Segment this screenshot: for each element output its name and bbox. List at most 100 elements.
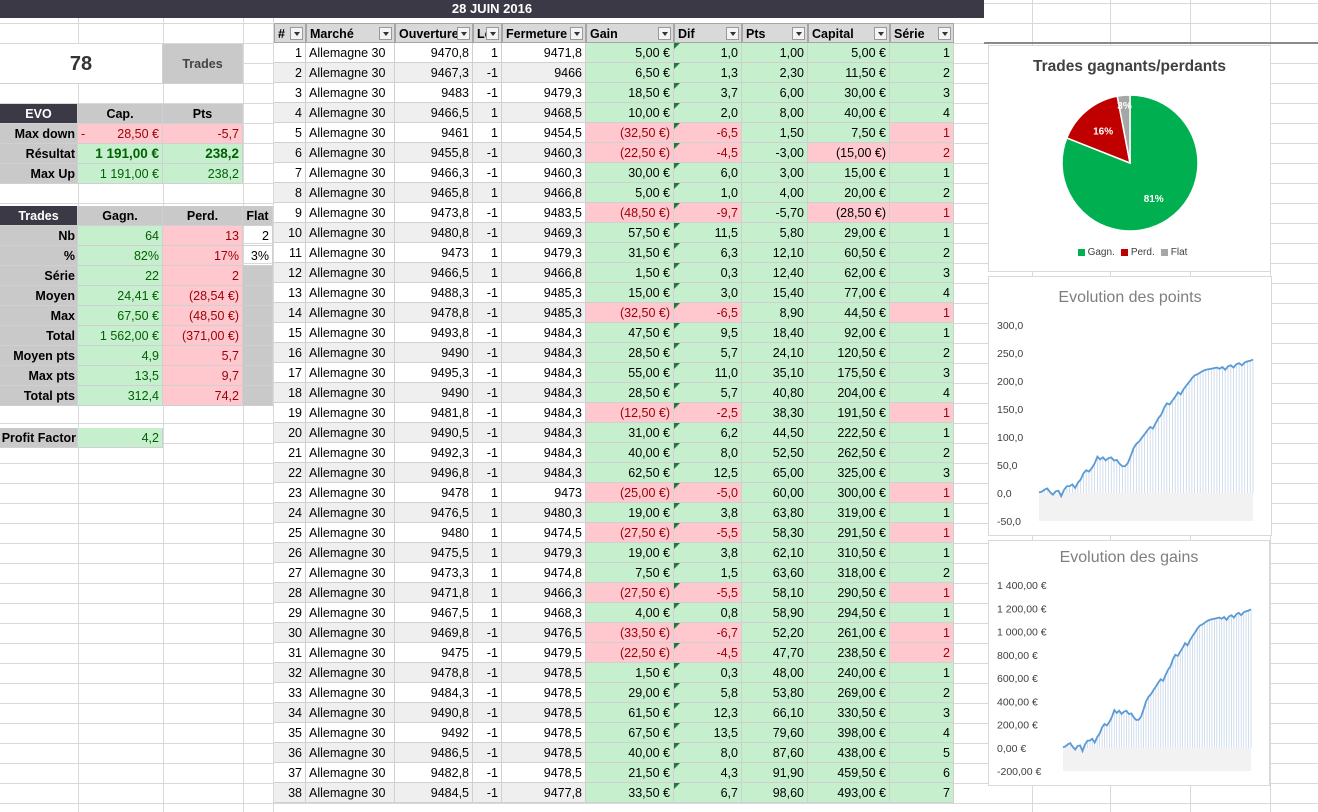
stats-row-perd: 5,7 <box>163 346 243 366</box>
cell-marche: Allemagne 30 <box>306 663 395 683</box>
filter-dropdown-gain[interactable] <box>658 27 671 40</box>
comment-marker <box>674 363 680 369</box>
y-tick-label: 50,0 <box>997 460 1018 472</box>
cell-num: 31 <box>274 643 306 663</box>
table-row: 25 Allemagne 30 9480 1 9474,5 (27,50 €) -5,5 58… <box>274 523 984 543</box>
cell-pts: 5,80 <box>742 223 808 243</box>
cell-fermeture: 9471,8 <box>502 43 586 63</box>
cell-capital: 62,00 € <box>808 263 890 283</box>
cell-fermeture: 9468,3 <box>502 603 586 623</box>
filter-dropdown-ouverture[interactable] <box>457 27 470 40</box>
comment-marker <box>674 383 680 389</box>
cell-gain: (27,50 €) <box>586 583 674 603</box>
cell-lot: -1 <box>473 623 502 643</box>
cell-lot: -1 <box>473 463 502 483</box>
cell-lot: -1 <box>473 723 502 743</box>
comment-marker <box>674 783 680 789</box>
evo-row-pts: 238,2 <box>163 144 243 164</box>
cell-lot: -1 <box>473 703 502 723</box>
filter-dropdown-num[interactable] <box>290 27 303 40</box>
filter-dropdown-serie[interactable] <box>938 27 951 40</box>
cell-ouverture: 9466,5 <box>395 103 473 123</box>
cell-ouverture: 9488,3 <box>395 283 473 303</box>
cell-fermeture: 9479,3 <box>502 243 586 263</box>
cell-marche: Allemagne 30 <box>306 183 395 203</box>
filter-dropdown-lot[interactable] <box>486 27 499 40</box>
cell-serie: 1 <box>890 583 954 603</box>
cell-num: 15 <box>274 323 306 343</box>
cell-marche: Allemagne 30 <box>306 703 395 723</box>
cell-lot: -1 <box>473 403 502 423</box>
cell-lot: 1 <box>473 523 502 543</box>
cell-fermeture: 9474,5 <box>502 523 586 543</box>
stats-row-gagn: 82% <box>78 246 163 266</box>
cell-gain: 40,00 € <box>586 743 674 763</box>
table-row: 34 Allemagne 30 9490,8 -1 9478,5 61,50 €12,3 6… <box>274 703 984 723</box>
cell-capital: 318,00 € <box>808 563 890 583</box>
table-row: 3 Allemagne 30 9483 -1 9479,3 18,50 €3,7 6,00 3… <box>274 83 984 103</box>
table-row: 19 Allemagne 30 9481,8 -1 9484,3 (12,50 €) -2,… <box>274 403 984 423</box>
cell-dif: -2,5 <box>674 403 742 423</box>
cell-fermeture: 9479,3 <box>502 543 586 563</box>
cell-lot: 1 <box>473 43 502 63</box>
stats-row-gagn: 24,41 € <box>78 286 163 306</box>
stats-row-flat <box>243 286 273 306</box>
y-tick-label: 100,0 <box>997 432 1023 444</box>
cell-serie: 1 <box>890 483 954 503</box>
cell-lot: -1 <box>473 163 502 183</box>
cell-serie: 3 <box>890 463 954 483</box>
stats-row-perd: (371,00 €) <box>163 326 243 346</box>
cell-pts: 1,50 <box>742 123 808 143</box>
table-row: 18 Allemagne 30 9490 -1 9484,3 28,50 €5,7 40,8… <box>274 383 984 403</box>
cell-serie: 4 <box>890 383 954 403</box>
table-row: 1 Allemagne 30 9470,8 1 9471,8 5,00 €1,0 1,00 5… <box>274 43 984 63</box>
pie-data-label: 16% <box>1093 127 1113 138</box>
cell-marche: Allemagne 30 <box>306 583 395 603</box>
cell-dif: -9,7 <box>674 203 742 223</box>
evo-row-cap: 1 191,00 € <box>78 164 163 184</box>
cell-gain: 7,50 € <box>586 563 674 583</box>
cell-num: 36 <box>274 743 306 763</box>
cell-num: 10 <box>274 223 306 243</box>
cell-gain: 19,00 € <box>586 503 674 523</box>
cell-fermeture: 9474,8 <box>502 563 586 583</box>
cell-num: 26 <box>274 543 306 563</box>
table-row: 37 Allemagne 30 9482,8 -1 9478,5 21,50 €4,3 91… <box>274 763 984 783</box>
cell-num: 3 <box>274 83 306 103</box>
filter-dropdown-fermeture[interactable] <box>570 27 583 40</box>
comment-marker <box>674 83 680 89</box>
cell-dif: 3,8 <box>674 543 742 563</box>
cell-num: 21 <box>274 443 306 463</box>
stats-row-flat: 3% <box>243 246 273 266</box>
cell-ouverture: 9465,8 <box>395 183 473 203</box>
cell-serie: 3 <box>890 263 954 283</box>
comment-marker <box>674 43 680 49</box>
cell-fermeture: 9460,3 <box>502 143 586 163</box>
cell-ouverture: 9486,5 <box>395 743 473 763</box>
cell-ouverture: 9496,8 <box>395 463 473 483</box>
cell-pts: 6,00 <box>742 83 808 103</box>
filter-dropdown-dif[interactable] <box>726 27 739 40</box>
filter-dropdown-capital[interactable] <box>874 27 887 40</box>
pie-data-label: 81% <box>1144 194 1164 205</box>
cell-lot: 1 <box>473 263 502 283</box>
cell-capital: 30,00 € <box>808 83 890 103</box>
cell-capital: 5,00 € <box>808 43 890 63</box>
comment-marker <box>674 243 680 249</box>
cell-capital: 7,50 € <box>808 123 890 143</box>
cell-num: 9 <box>274 203 306 223</box>
filter-dropdown-pts[interactable] <box>792 27 805 40</box>
cell-fermeture: 9479,5 <box>502 643 586 663</box>
stats-row-perd: 13 <box>163 226 243 246</box>
table-row: 27 Allemagne 30 9473,3 1 9474,8 7,50 €1,5 63,6… <box>274 563 984 583</box>
cell-fermeture: 9468,5 <box>502 103 586 123</box>
cell-fermeture: 9478,5 <box>502 743 586 763</box>
filter-dropdown-marche[interactable] <box>379 27 392 40</box>
series-line <box>1062 608 1252 754</box>
cell-num: 38 <box>274 783 306 803</box>
cell-gain: 28,50 € <box>586 383 674 403</box>
cell-dif: 8,0 <box>674 743 742 763</box>
table-row: 26 Allemagne 30 9475,5 1 9479,3 19,00 €3,8 62,… <box>274 543 984 563</box>
stats-row-perd: 2 <box>163 266 243 286</box>
stats-row-gagn: 4,9 <box>78 346 163 366</box>
